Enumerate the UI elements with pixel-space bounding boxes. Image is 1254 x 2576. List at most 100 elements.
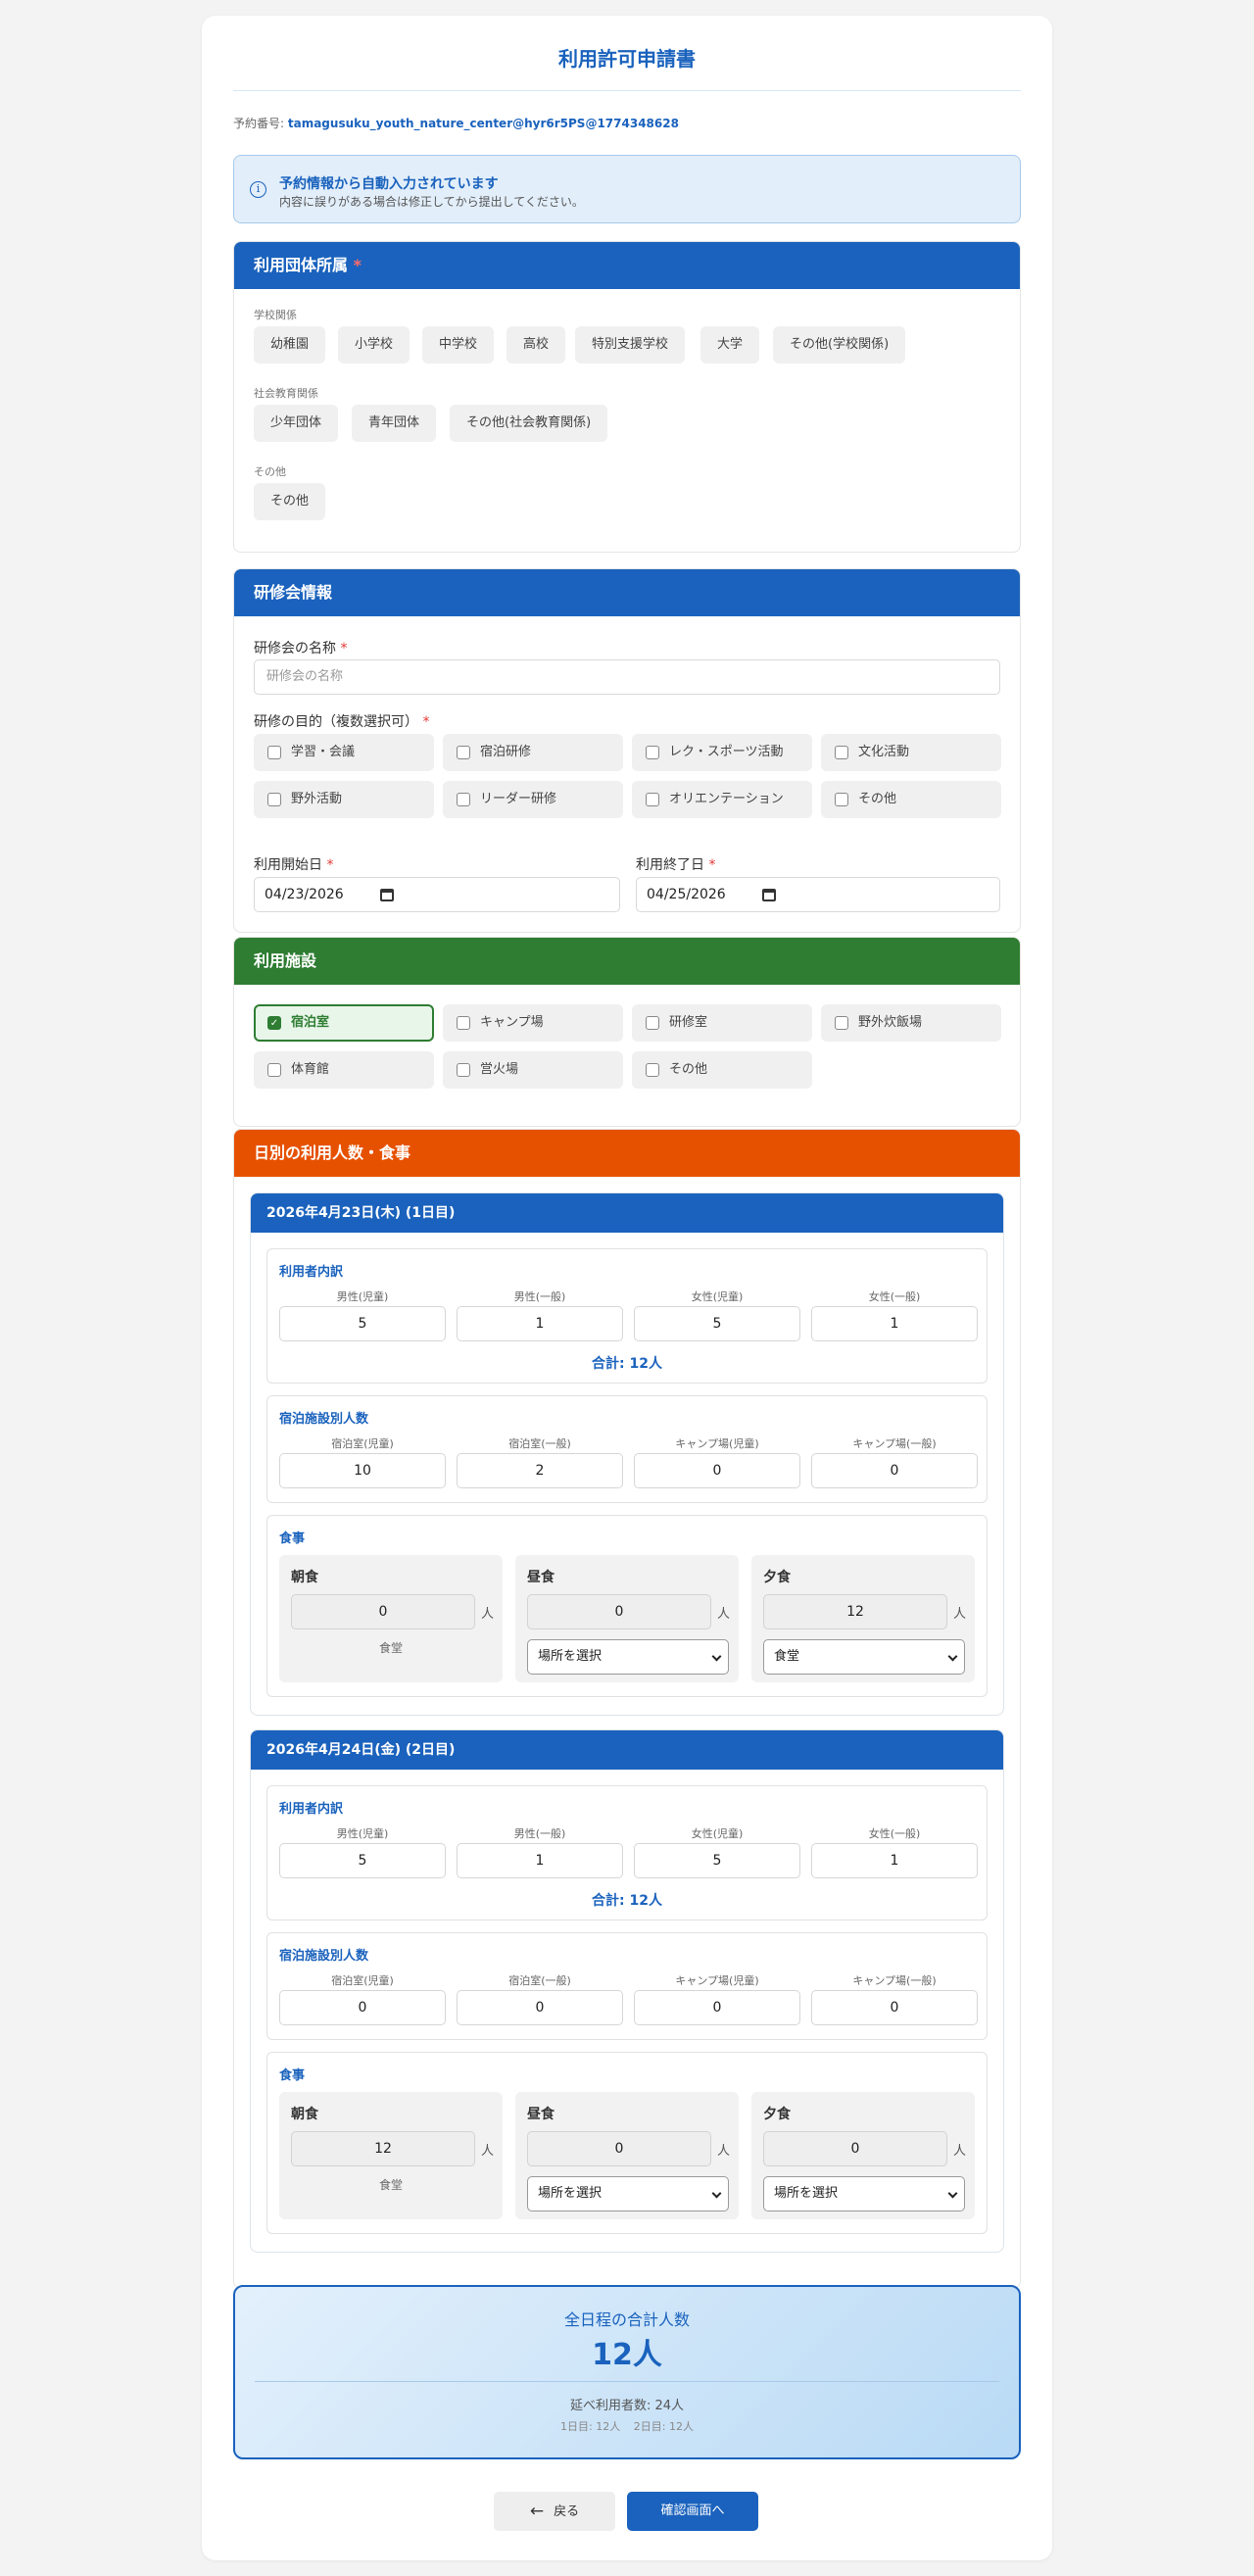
dinner-count-input[interactable]: 0 bbox=[763, 2131, 947, 2166]
lodging-input-room-adult[interactable]: 2 bbox=[457, 1453, 623, 1488]
purpose-checkbox-outdoor[interactable]: 野外活動 bbox=[254, 781, 434, 818]
meals-box: 食事 朝食 12 人 食堂 昼食 0 人 場所を選択 夕食 0 人 場所を選択 bbox=[266, 2052, 988, 2234]
checkbox-icon bbox=[267, 746, 281, 759]
group-label-school: 学校関係 bbox=[254, 309, 297, 321]
meal-lunch: 昼食 0 人 場所を選択 bbox=[515, 1555, 739, 1682]
users-input-female-adult[interactable]: 1 bbox=[811, 1843, 978, 1878]
purpose-checkbox-culture[interactable]: 文化活動 bbox=[821, 734, 1001, 771]
group-label-social-education: 社会教育関係 bbox=[254, 387, 318, 400]
dinner-place-select[interactable]: 場所を選択 bbox=[763, 2176, 965, 2211]
users-input-male-adult[interactable]: 1 bbox=[457, 1306, 623, 1341]
users-total: 合計: 12人 bbox=[592, 1893, 662, 1909]
org-option-high-school[interactable]: 高校 bbox=[506, 326, 566, 364]
end-date-label: 利用終了日 * bbox=[636, 854, 715, 874]
dinner-place-select[interactable]: 食堂 bbox=[763, 1639, 965, 1675]
training-name-label: 研修会の名称 * bbox=[254, 638, 347, 657]
checkbox-icon bbox=[267, 1063, 281, 1077]
day-card-2: 2026年4月24日(金) (2日目) 利用者内訳 男性(児童) 男性(一般) … bbox=[250, 1729, 1004, 2253]
facility-checkbox-gym[interactable]: 体育館 bbox=[254, 1051, 434, 1089]
application-form-card: 利用許可申請書 予約番号: tamagusuku_youth_nature_ce… bbox=[202, 16, 1052, 2560]
facility-checkbox-other[interactable]: その他 bbox=[632, 1051, 812, 1089]
start-date-input[interactable]: 04/23/2026 bbox=[254, 877, 620, 912]
org-option-special-support[interactable]: 特別支援学校 bbox=[575, 326, 686, 364]
purpose-checkbox-study[interactable]: 学習・会議 bbox=[254, 734, 434, 771]
select-value: 場所を選択 bbox=[538, 2186, 603, 2201]
lodging-label: キャンプ場(一般) bbox=[852, 1437, 937, 1450]
facility-checkbox-lodging[interactable]: ✓ 宿泊室 bbox=[254, 1004, 434, 1042]
facility-label: 研修室 bbox=[669, 1015, 708, 1030]
lodging-input-room-child[interactable]: 0 bbox=[279, 1990, 446, 2025]
select-value: 場所を選択 bbox=[538, 1649, 603, 1664]
breakfast-count-input[interactable]: 12 bbox=[291, 2131, 475, 2166]
reservation-label: 予約番号: bbox=[233, 117, 285, 130]
checkbox-icon bbox=[457, 793, 470, 806]
confirm-button[interactable]: 確認画面へ bbox=[627, 2492, 758, 2531]
purpose-checkbox-other[interactable]: その他 bbox=[821, 781, 1001, 818]
users-input-male-adult[interactable]: 1 bbox=[457, 1843, 623, 1878]
purpose-checkbox-recreation[interactable]: レク・スポーツ活動 bbox=[632, 734, 812, 771]
lunch-place-select[interactable]: 場所を選択 bbox=[527, 2176, 729, 2211]
lodging-input-camp-child[interactable]: 0 bbox=[634, 1990, 800, 2025]
start-date-label: 利用開始日 * bbox=[254, 854, 333, 874]
required-mark: * bbox=[326, 857, 334, 873]
org-option-young-adult-group[interactable]: 青年団体 bbox=[352, 405, 437, 442]
breakfast-count-input[interactable]: 0 bbox=[291, 1594, 475, 1629]
select-value: 場所を選択 bbox=[774, 2186, 839, 2201]
lunch-count-input[interactable]: 0 bbox=[527, 1594, 711, 1629]
lodging-label: 宿泊室(児童) bbox=[331, 1974, 394, 1987]
meal-breakfast: 朝食 0 人 食堂 bbox=[279, 1555, 503, 1682]
users-label: 男性(児童) bbox=[336, 1290, 389, 1303]
purpose-checkbox-leader[interactable]: リーダー研修 bbox=[443, 781, 623, 818]
org-option-junior-high[interactable]: 中学校 bbox=[422, 326, 495, 364]
back-button[interactable]: ← 戻る bbox=[494, 2492, 615, 2531]
training-name-input[interactable]: 研修会の名称 bbox=[254, 659, 1000, 695]
lodging-input-room-child[interactable]: 10 bbox=[279, 1453, 446, 1488]
org-option-university[interactable]: 大学 bbox=[700, 326, 760, 364]
lunch-count-input[interactable]: 0 bbox=[527, 2131, 711, 2166]
breakfast-place: 食堂 bbox=[378, 1641, 403, 1655]
facility-checkbox-outdoor-cooking[interactable]: 野外炊飯場 bbox=[821, 1004, 1001, 1042]
users-breakdown-title: 利用者内訳 bbox=[279, 1265, 344, 1280]
lodging-input-camp-child[interactable]: 0 bbox=[634, 1453, 800, 1488]
check-icon: ✓ bbox=[267, 1016, 281, 1030]
lunch-place-select[interactable]: 場所を選択 bbox=[527, 1639, 729, 1675]
users-input-female-child[interactable]: 5 bbox=[634, 1843, 800, 1878]
training-purpose-label-text: 研修の目的（複数選択可） bbox=[254, 714, 418, 730]
calendar-icon[interactable] bbox=[380, 889, 394, 901]
lodging-input-camp-adult[interactable]: 0 bbox=[811, 1453, 978, 1488]
facility-checkbox-training-room[interactable]: 研修室 bbox=[632, 1004, 812, 1042]
calendar-icon[interactable] bbox=[762, 889, 776, 901]
day-title: 2026年4月24日(金) (2日目) bbox=[251, 1730, 1003, 1770]
lodging-input-camp-adult[interactable]: 0 bbox=[811, 1990, 978, 2025]
org-option-youth-group[interactable]: 少年団体 bbox=[254, 405, 339, 442]
org-option-other[interactable]: その他 bbox=[254, 483, 326, 520]
users-label: 女性(一般) bbox=[868, 1827, 921, 1840]
org-option-elementary[interactable]: 小学校 bbox=[338, 326, 410, 364]
dinner-count-input[interactable]: 12 bbox=[763, 1594, 947, 1629]
facility-checkbox-campfire[interactable]: 営火場 bbox=[443, 1051, 623, 1089]
purpose-checkbox-orientation[interactable]: オリエンテーション bbox=[632, 781, 812, 818]
daily-header: 日別の利用人数・食事 bbox=[234, 1130, 1020, 1177]
users-label: 男性(一般) bbox=[513, 1827, 566, 1840]
end-date-input[interactable]: 04/25/2026 bbox=[636, 877, 1000, 912]
purpose-checkbox-overnight[interactable]: 宿泊研修 bbox=[443, 734, 623, 771]
facility-checkbox-campground[interactable]: キャンプ場 bbox=[443, 1004, 623, 1042]
users-input-male-child[interactable]: 5 bbox=[279, 1306, 446, 1341]
lodging-input-room-adult[interactable]: 0 bbox=[457, 1990, 623, 2025]
meal-unit: 人 bbox=[953, 1607, 967, 1622]
users-input-female-adult[interactable]: 1 bbox=[811, 1306, 978, 1341]
checkbox-icon bbox=[457, 1016, 470, 1030]
org-option-other-social[interactable]: その他(社会教育関係) bbox=[450, 405, 608, 442]
purpose-label: 文化活動 bbox=[858, 745, 910, 759]
summary-day-1: 1日目: 12人 bbox=[560, 2420, 621, 2433]
org-option-kindergarten[interactable]: 幼稚園 bbox=[254, 326, 326, 364]
users-input-female-child[interactable]: 5 bbox=[634, 1306, 800, 1341]
meal-unit: 人 bbox=[953, 2144, 967, 2159]
users-breakdown-box: 利用者内訳 男性(児童) 男性(一般) 女性(児童) 女性(一般) 5 1 5 … bbox=[266, 1785, 988, 1920]
meal-lunch: 昼食 0 人 場所を選択 bbox=[515, 2092, 739, 2219]
meals-box: 食事 朝食 0 人 食堂 昼食 0 人 場所を選択 夕食 12 人 食堂 bbox=[266, 1515, 988, 1697]
org-option-other-school[interactable]: その他(学校関係) bbox=[773, 326, 906, 364]
end-date-value: 04/25/2026 bbox=[647, 887, 726, 902]
lodging-label: 宿泊室(一般) bbox=[508, 1437, 571, 1450]
users-input-male-child[interactable]: 5 bbox=[279, 1843, 446, 1878]
